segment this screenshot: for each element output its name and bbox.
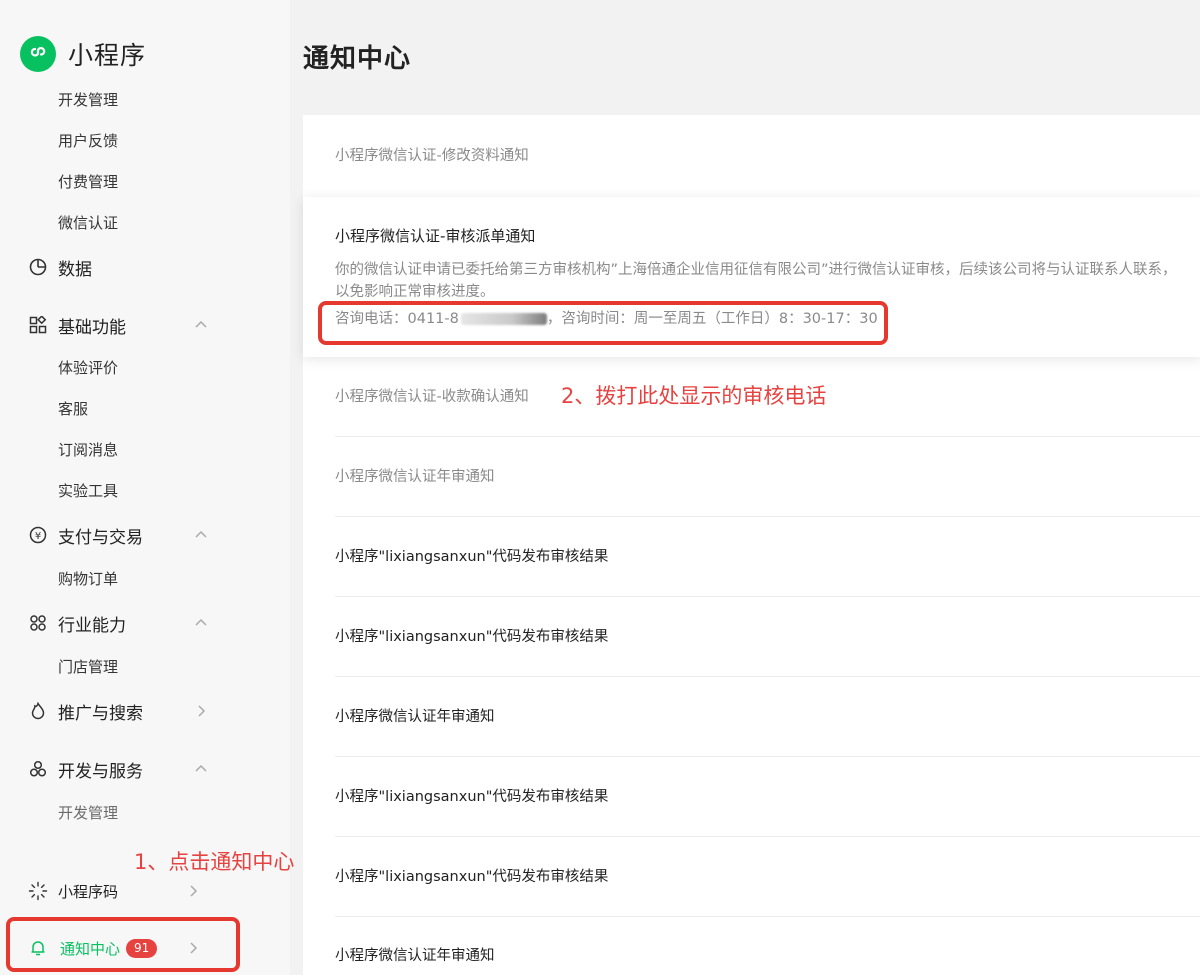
services-icon [28, 759, 48, 779]
pie-chart-icon [28, 257, 48, 277]
sidebar-item-wechat-verify[interactable]: 微信认证 [58, 212, 118, 234]
notice-item[interactable]: 小程序"lixiangsanxun"代码发布审核结果 [335, 626, 608, 648]
sidebar-item-label: 开发与服务 [58, 761, 143, 782]
sidebar: 小程序 开发管理 用户反馈 付费管理 微信认证 数据 基础功能 体验评价 客服 … [0, 0, 294, 975]
chevron-right-icon[interactable] [192, 702, 210, 720]
brand-title: 小程序 [68, 41, 147, 70]
annotation-step-1: 1、点击通知中心 [134, 850, 295, 874]
sidebar-item-lab-tools[interactable]: 实验工具 [58, 480, 118, 502]
divider [335, 836, 1200, 837]
notice-list: 小程序微信认证-修改资料通知 小程序微信认证-审核派单通知 你的微信认证申请已委… [303, 115, 1200, 975]
sidebar-item-orders[interactable]: 购物订单 [58, 568, 118, 590]
annotation-step-2: 2、拨打此处显示的审核电话 [561, 384, 827, 408]
sidebar-item-basic[interactable]: 基础功能 [28, 312, 218, 338]
notice-item[interactable]: 小程序微信认证-收款确认通知 [335, 386, 529, 408]
fire-icon [28, 701, 48, 721]
sidebar-item-store-manage[interactable]: 门店管理 [58, 656, 118, 678]
sidebar-item-label: 行业能力 [58, 615, 126, 636]
sidebar-item-data[interactable]: 数据 [28, 254, 218, 280]
yen-icon: ¥ [28, 525, 48, 545]
notice-title: 小程序微信认证-审核派单通知 [335, 227, 536, 245]
divider [335, 756, 1200, 757]
divider [335, 596, 1200, 597]
miniprogram-logo-icon [20, 36, 56, 72]
sidebar-item-label: 支付与交易 [58, 527, 143, 548]
sidebar-item-label: 基础功能 [58, 317, 126, 338]
svg-text:¥: ¥ [35, 531, 41, 542]
notice-item[interactable]: 小程序微信认证年审通知 [335, 466, 495, 488]
sidebar-item-promotion[interactable]: 推广与搜索 [28, 698, 218, 724]
divider [335, 516, 1200, 517]
industry-icon [28, 613, 48, 633]
sidebar-item-experience[interactable]: 体验评价 [58, 357, 118, 379]
sidebar-item-customer-service[interactable]: 客服 [58, 398, 88, 420]
chevron-up-icon[interactable] [192, 614, 210, 632]
sidebar-item-industry[interactable]: 行业能力 [28, 610, 218, 636]
sidebar-item-billing[interactable]: 付费管理 [58, 171, 118, 193]
notice-item[interactable]: 小程序微信认证年审通知 [335, 706, 495, 728]
divider [335, 676, 1200, 677]
sidebar-item-qrcode[interactable]: 小程序码 [28, 878, 218, 904]
page-title: 通知中心 [303, 44, 412, 74]
chevron-up-icon[interactable] [192, 760, 210, 778]
notice-body-line: 你的微信认证申请已委托给第三方审核机构”上海倍通企业信用征信有限公司”进行微信认… [335, 262, 1177, 278]
sidebar-item-label: 小程序码 [58, 882, 119, 901]
chevron-right-icon[interactable] [184, 882, 202, 900]
divider [335, 916, 1200, 917]
notice-item[interactable]: 小程序"lixiangsanxun"代码发布审核结果 [335, 786, 608, 808]
notice-body-line: 以免影响正常审核进度。 [335, 284, 495, 300]
notice-item[interactable]: 小程序"lixiangsanxun"代码发布审核结果 [335, 546, 608, 568]
sidebar-item-dev-manage[interactable]: 开发管理 [58, 89, 118, 111]
chevron-up-icon[interactable] [192, 316, 210, 334]
sidebar-item-feedback[interactable]: 用户反馈 [58, 130, 118, 152]
notice-item[interactable]: 小程序微信认证年审通知 [335, 945, 495, 967]
sidebar-item-label: 数据 [58, 259, 92, 280]
sidebar-item-subscribe-msg[interactable]: 订阅消息 [58, 439, 118, 461]
sidebar-item-dev-services[interactable]: 开发与服务 [28, 756, 218, 782]
sidebar-item-label: 推广与搜索 [58, 703, 143, 724]
sidebar-item-payment[interactable]: ¥ 支付与交易 [28, 522, 218, 548]
chevron-up-icon[interactable] [192, 526, 210, 544]
grid-icon [28, 315, 48, 335]
notice-item[interactable]: 小程序微信认证-修改资料通知 [335, 145, 529, 167]
notice-item[interactable]: 小程序"lixiangsanxun"代码发布审核结果 [335, 866, 608, 888]
brand[interactable]: 小程序 [20, 36, 146, 72]
highlight-box-phone [318, 301, 888, 345]
qrcode-icon [28, 881, 48, 901]
sidebar-item-dev-manage-2[interactable]: 开发管理 [58, 802, 118, 824]
highlight-box-notice-center [6, 917, 240, 972]
divider [335, 436, 1200, 437]
notice-body: 你的微信认证申请已委托给第三方审核机构”上海倍通企业信用征信有限公司”进行微信认… [335, 259, 1200, 303]
